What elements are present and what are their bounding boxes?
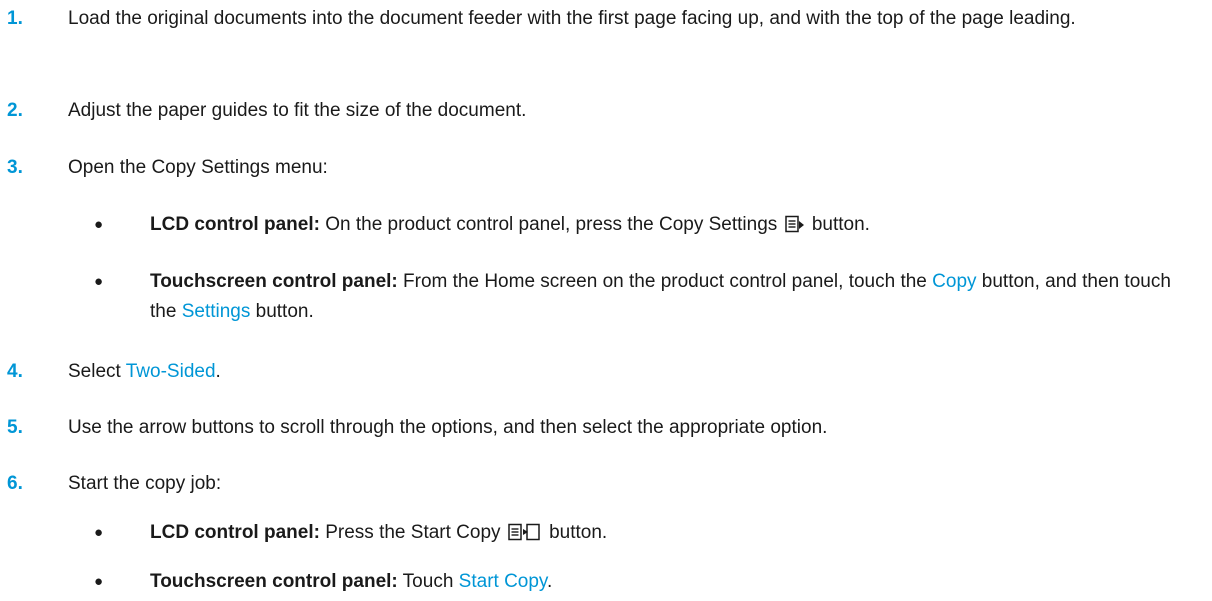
step-number: 4. (7, 361, 23, 382)
bullet-text-part: On the product control panel, press the … (319, 214, 783, 235)
bullet-text: LCD control panel: On the product contro… (150, 210, 1200, 240)
bullet-text-part: Press the Start Copy (319, 522, 506, 543)
step-text: Start the copy job: (68, 473, 222, 494)
bullet: ● (94, 216, 104, 233)
settings-link[interactable]: Settings (182, 301, 251, 322)
step-number: 6. (7, 473, 23, 494)
bullet-text-part: button. (806, 214, 870, 235)
bullet-text: Touchscreen control panel: Touch Start C… (150, 567, 1200, 597)
step-number: 5. (7, 417, 23, 438)
copy-settings-icon (784, 215, 805, 233)
bullet-label: Touchscreen control panel: (150, 571, 398, 592)
bullet-text: LCD control panel: Press the Start Copy … (150, 518, 1200, 548)
bullet-text-part: Touch (397, 571, 459, 592)
step-text: Select Two-Sided. (68, 357, 1198, 387)
step-number: 2. (7, 100, 23, 121)
bullet: ● (94, 573, 104, 590)
bullet-text-part: button. (543, 522, 608, 543)
step-text-part: Select (68, 361, 126, 382)
step-number: 3. (7, 157, 23, 178)
bullet: ● (94, 524, 104, 541)
bullet-text-part: . (547, 571, 553, 592)
start-copy-link[interactable]: Start Copy (459, 571, 547, 592)
bullet: ● (94, 273, 104, 290)
step-text: Open the Copy Settings menu: (68, 157, 328, 178)
step-text: Use the arrow buttons to scroll through … (68, 417, 828, 438)
instructions-page: 1. Load the original documents into the … (0, 0, 1212, 601)
two-sided-link[interactable]: Two-Sided (126, 361, 216, 382)
start-copy-icon (508, 523, 542, 541)
bullet-text-part: button. (250, 301, 314, 322)
bullet-text: Touchscreen control panel: From the Home… (150, 267, 1200, 327)
copy-link[interactable]: Copy (932, 271, 976, 292)
step-number: 1. (7, 8, 23, 29)
bullet-label: LCD control panel: (150, 214, 320, 235)
bullet-label: Touchscreen control panel: (150, 271, 398, 292)
bullet-label: LCD control panel: (150, 522, 320, 543)
bullet-text-part: From the Home screen on the product cont… (397, 271, 933, 292)
step-text-part: . (215, 361, 221, 382)
step-text: Adjust the paper guides to fit the size … (68, 100, 527, 121)
step-text: Load the original documents into the doc… (68, 8, 1076, 29)
